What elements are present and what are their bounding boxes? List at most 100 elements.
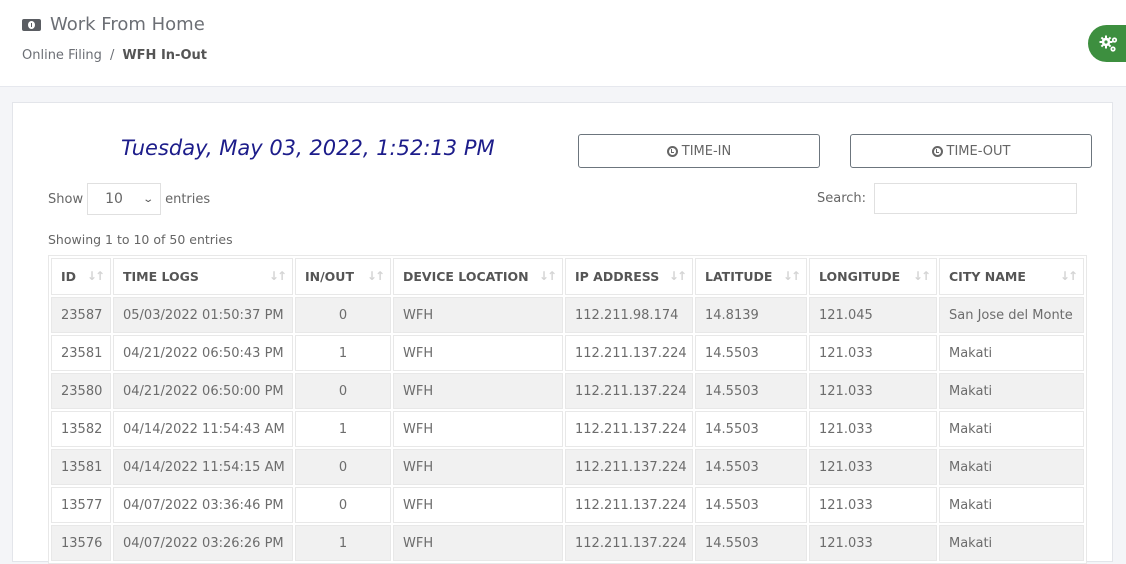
cell-city-name: Makati bbox=[939, 487, 1084, 523]
cell-id: 23587 bbox=[51, 297, 111, 333]
cell-in-out: 0 bbox=[295, 487, 391, 523]
page-title-text: Work From Home bbox=[50, 14, 205, 35]
column-header-device-location[interactable]: DEVICE LOCATION ↓↑ bbox=[393, 258, 563, 295]
cell-city-name: Makati bbox=[939, 335, 1084, 371]
cell-id: 13582 bbox=[51, 411, 111, 447]
cell-latitude: 14.5503 bbox=[695, 525, 807, 561]
cell-device-location: WFH bbox=[393, 297, 563, 333]
cell-latitude: 14.5503 bbox=[695, 411, 807, 447]
sort-icon[interactable]: ↓↑ bbox=[669, 269, 687, 283]
cell-time-logs: 04/21/2022 06:50:00 PM bbox=[113, 373, 293, 409]
table-row[interactable]: 23587 05/03/2022 01:50:37 PM 0 WFH 112.211.9… bbox=[51, 297, 1084, 333]
cell-ip-address: 112.211.137.224 bbox=[565, 449, 693, 485]
wfh-log-table: ID ↓↑ TIME LOGS ↓↑ IN/OUT ↓↑ DEVICE LOCATION ↓↑… bbox=[48, 255, 1087, 564]
column-header-label: IN/OUT bbox=[305, 269, 354, 284]
cell-city-name: Makati bbox=[939, 411, 1084, 447]
table-row[interactable]: 13576 04/07/2022 03:26:26 PM 1 WFH 112.211.1… bbox=[51, 525, 1084, 561]
cell-id: 13581 bbox=[51, 449, 111, 485]
cell-device-location: WFH bbox=[393, 525, 563, 561]
sort-icon[interactable]: ↓↑ bbox=[1060, 269, 1078, 283]
search-input[interactable] bbox=[874, 183, 1078, 214]
cell-in-out: 0 bbox=[295, 373, 391, 409]
column-header-latitude[interactable]: LATITUDE ↓↑ bbox=[695, 258, 807, 295]
column-header-id[interactable]: ID ↓↑ bbox=[51, 258, 111, 295]
column-header-city-name[interactable]: CITY NAME ↓↑ bbox=[939, 258, 1084, 295]
cell-city-name: Makati bbox=[939, 373, 1084, 409]
column-header-in-out[interactable]: IN/OUT ↓↑ bbox=[295, 258, 391, 295]
show-label: Show bbox=[48, 191, 84, 207]
cell-latitude: 14.5503 bbox=[695, 487, 807, 523]
column-header-label: LONGITUDE bbox=[819, 269, 901, 284]
cell-city-name: San Jose del Monte bbox=[939, 297, 1084, 333]
sort-icon[interactable]: ↓↑ bbox=[539, 269, 557, 283]
clock-icon bbox=[666, 145, 678, 157]
cell-device-location: WFH bbox=[393, 411, 563, 447]
time-in-button[interactable]: TIME-IN bbox=[578, 134, 820, 168]
cell-ip-address: 112.211.137.224 bbox=[565, 411, 693, 447]
cell-ip-address: 112.211.137.224 bbox=[565, 373, 693, 409]
cell-longitude: 121.033 bbox=[809, 335, 937, 371]
breadcrumb: Online Filing / WFH In-Out bbox=[22, 48, 207, 63]
cell-longitude: 121.033 bbox=[809, 411, 937, 447]
cell-time-logs: 04/07/2022 03:26:26 PM bbox=[113, 525, 293, 561]
time-out-label: TIME-OUT bbox=[946, 143, 1011, 159]
cell-id: 23581 bbox=[51, 335, 111, 371]
search-control: Search: bbox=[817, 183, 1078, 214]
cell-city-name: Makati bbox=[939, 449, 1084, 485]
cell-ip-address: 112.211.137.224 bbox=[565, 335, 693, 371]
cell-latitude: 14.5503 bbox=[695, 373, 807, 409]
cell-city-name: Makati bbox=[939, 525, 1084, 561]
sort-icon[interactable]: ↓↑ bbox=[367, 269, 385, 283]
column-header-longitude[interactable]: LONGITUDE ↓↑ bbox=[809, 258, 937, 295]
cell-latitude: 14.8139 bbox=[695, 297, 807, 333]
column-header-ip-address[interactable]: IP ADDRESS ↓↑ bbox=[565, 258, 693, 295]
cell-time-logs: 04/07/2022 03:36:46 PM bbox=[113, 487, 293, 523]
sort-icon[interactable]: ↓↑ bbox=[87, 269, 105, 283]
page-title: Work From Home bbox=[22, 14, 205, 35]
cell-latitude: 14.5503 bbox=[695, 449, 807, 485]
cell-latitude: 14.5503 bbox=[695, 335, 807, 371]
table-row[interactable]: 23580 04/21/2022 06:50:00 PM 0 WFH 112.211.1… bbox=[51, 373, 1084, 409]
cell-device-location: WFH bbox=[393, 335, 563, 371]
column-header-label: CITY NAME bbox=[949, 269, 1026, 284]
table-header-row: ID ↓↑ TIME LOGS ↓↑ IN/OUT ↓↑ DEVICE LOCATION ↓↑… bbox=[51, 258, 1084, 295]
time-out-button[interactable]: TIME-OUT bbox=[850, 134, 1092, 168]
table-row[interactable]: 13582 04/14/2022 11:54:43 AM 1 WFH 112.211.1… bbox=[51, 411, 1084, 447]
clock-icon bbox=[931, 145, 943, 157]
cell-ip-address: 112.211.137.224 bbox=[565, 525, 693, 561]
cell-longitude: 121.033 bbox=[809, 525, 937, 561]
settings-button[interactable] bbox=[1088, 25, 1126, 62]
column-header-label: DEVICE LOCATION bbox=[403, 269, 529, 284]
cell-time-logs: 04/21/2022 06:50:43 PM bbox=[113, 335, 293, 371]
page-length-control: Show 10 ⌄ entries bbox=[48, 183, 210, 215]
cell-in-out: 1 bbox=[295, 411, 391, 447]
page-length-select[interactable]: 10 ⌄ bbox=[87, 183, 162, 215]
cell-in-out: 1 bbox=[295, 525, 391, 561]
time-in-label: TIME-IN bbox=[681, 143, 732, 159]
table-row[interactable]: 23581 04/21/2022 06:50:43 PM 1 WFH 112.211.1… bbox=[51, 335, 1084, 371]
money-bill-icon bbox=[22, 18, 41, 31]
search-label: Search: bbox=[817, 191, 867, 206]
cell-in-out: 0 bbox=[295, 449, 391, 485]
cell-longitude: 121.045 bbox=[809, 297, 937, 333]
cell-ip-address: 112.211.98.174 bbox=[565, 297, 693, 333]
table-row[interactable]: 13577 04/07/2022 03:36:46 PM 0 WFH 112.211.1… bbox=[51, 487, 1084, 523]
breadcrumb-parent[interactable]: Online Filing bbox=[22, 48, 102, 63]
cell-id: 13576 bbox=[51, 525, 111, 561]
cell-id: 23580 bbox=[51, 373, 111, 409]
breadcrumb-current: WFH In-Out bbox=[122, 48, 207, 63]
cogs-icon bbox=[1099, 35, 1118, 52]
cell-in-out: 0 bbox=[295, 297, 391, 333]
table-info: Showing 1 to 10 of 50 entries bbox=[48, 232, 233, 247]
cell-time-logs: 05/03/2022 01:50:37 PM bbox=[113, 297, 293, 333]
column-header-label: LATITUDE bbox=[705, 269, 773, 284]
cell-time-logs: 04/14/2022 11:54:43 AM bbox=[113, 411, 293, 447]
cell-in-out: 1 bbox=[295, 335, 391, 371]
sort-icon[interactable]: ↓↑ bbox=[269, 269, 287, 283]
cell-id: 13577 bbox=[51, 487, 111, 523]
sort-icon[interactable]: ↓↑ bbox=[783, 269, 801, 283]
current-datetime: Tuesday, May 03, 2022, 1:52:13 PM bbox=[121, 136, 495, 160]
table-row[interactable]: 13581 04/14/2022 11:54:15 AM 0 WFH 112.211.1… bbox=[51, 449, 1084, 485]
sort-icon[interactable]: ↓↑ bbox=[913, 269, 931, 283]
column-header-time-logs[interactable]: TIME LOGS ↓↑ bbox=[113, 258, 293, 295]
